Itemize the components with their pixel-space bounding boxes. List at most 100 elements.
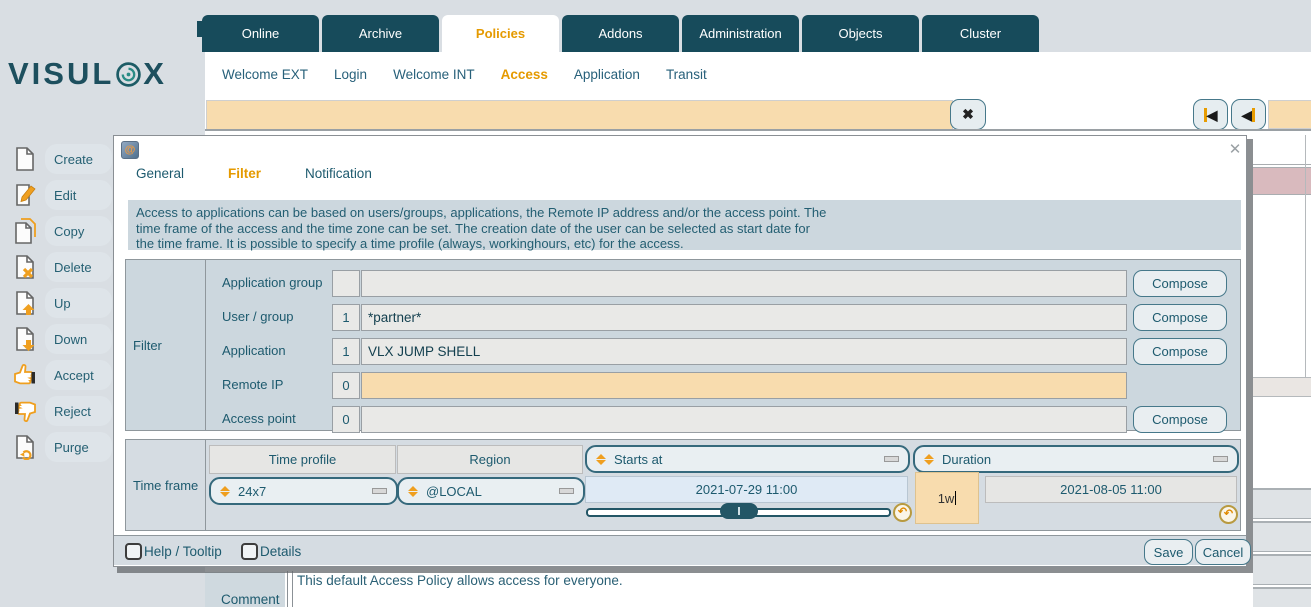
subnav-welcome-int[interactable]: Welcome INT: [393, 67, 475, 82]
sidebar-item-accept[interactable]: Accept: [8, 357, 112, 393]
sidebar-item-create[interactable]: Create: [8, 141, 112, 177]
dropdown-dash-icon: [884, 456, 899, 462]
dialog-footer: Help / Tooltip Details Save Cancel: [114, 535, 1246, 565]
region-header: Region: [397, 445, 583, 474]
description-line: the time frame. It is possible to specif…: [136, 236, 1233, 252]
value-field[interactable]: VLX JUMP SHELL: [361, 338, 1127, 365]
time-frame-rows: Time profile 24x7 Region @LOCAL Starts a…: [206, 440, 1240, 530]
app-icon-glyph: @: [125, 144, 136, 156]
duration-reset-button[interactable]: ↶: [1219, 505, 1238, 524]
tab-objects[interactable]: Objects: [802, 15, 919, 52]
first-page-button[interactable]: ◀: [1193, 99, 1228, 130]
tab-addons[interactable]: Addons: [562, 15, 679, 52]
region-select[interactable]: @LOCAL: [397, 477, 585, 505]
sidebar-item-up[interactable]: Up: [8, 285, 112, 321]
prev-page-button[interactable]: ◀: [1231, 99, 1266, 130]
tab-administration[interactable]: Administration: [682, 15, 799, 52]
cancel-button[interactable]: Cancel: [1195, 539, 1251, 565]
compose-button[interactable]: Compose: [1133, 406, 1227, 433]
slider-thumb[interactable]: [720, 503, 758, 519]
value-field[interactable]: [361, 270, 1127, 297]
filter-row-remote-ip: Remote IP 0: [206, 368, 1240, 402]
save-button[interactable]: Save: [1144, 539, 1193, 565]
filter-row-access-point: Access point 0 Compose: [206, 402, 1240, 436]
thumbs-down-icon: [12, 398, 38, 424]
starts-at-select[interactable]: Starts at: [585, 445, 910, 473]
filter-search-input[interactable]: [206, 100, 953, 131]
sidebar-item-label: Reject: [45, 396, 112, 426]
filter-section: Filter Application group Compose User / …: [125, 259, 1241, 431]
tab-archive[interactable]: Archive: [322, 15, 439, 52]
bg-table-footer: [1253, 377, 1311, 397]
edit-page-icon: [12, 182, 38, 208]
sort-diamond-icon: [408, 486, 418, 497]
sidebar-item-edit[interactable]: Edit: [8, 177, 112, 213]
sidebar-item-label: Accept: [45, 360, 112, 390]
value-field-highlighted[interactable]: [361, 372, 1127, 399]
sort-diamond-icon: [220, 486, 230, 497]
clear-filter-button[interactable]: ✖: [950, 99, 986, 130]
subnav-login[interactable]: Login: [334, 67, 367, 82]
undo-icon: ↶: [898, 507, 907, 518]
subnav-welcome-ext[interactable]: Welcome EXT: [222, 67, 308, 82]
visulox-app-icon: @: [121, 141, 139, 159]
access-policy-dialog: @ ✕ General Filter Notification Access t…: [113, 135, 1247, 567]
filter-description: Access to applications can be based on u…: [128, 200, 1241, 250]
subnav-transit[interactable]: Transit: [666, 67, 707, 82]
help-tooltip-checkbox[interactable]: [125, 543, 142, 560]
sidebar-item-down[interactable]: Down: [8, 321, 112, 357]
tab-notification[interactable]: Notification: [305, 166, 372, 181]
sidebar-item-label: Down: [45, 324, 112, 354]
sidebar-item-label: Copy: [45, 216, 112, 246]
starts-at-slider[interactable]: [586, 508, 891, 517]
sidebar-item-copy[interactable]: Copy: [8, 213, 112, 249]
count-cell: 1: [332, 338, 360, 365]
count-cell: 1: [332, 304, 360, 331]
tab-filter[interactable]: Filter: [228, 166, 261, 181]
sidebar-item-purge[interactable]: Purge: [8, 429, 112, 465]
subnav-application[interactable]: Application: [574, 67, 640, 82]
starts-at-reset-button[interactable]: ↶: [893, 503, 912, 522]
filter-row-application: Application 1 VLX JUMP SHELL Compose: [206, 334, 1240, 368]
duration-input[interactable]: 1w: [915, 472, 979, 524]
duration-select[interactable]: Duration: [913, 445, 1239, 473]
dropdown-dash-icon: [559, 488, 574, 494]
sidebar-item-reject[interactable]: Reject: [8, 393, 112, 429]
bg-grey-row: [1253, 587, 1311, 607]
tab-policies[interactable]: Policies: [442, 15, 559, 52]
count-cell: [332, 270, 360, 297]
bg-grey-row: [1253, 521, 1311, 552]
time-frame-section: Time frame Time profile 24x7 Region @LOC…: [125, 439, 1241, 531]
copy-page-icon: [12, 218, 38, 244]
tab-general[interactable]: General: [136, 166, 184, 181]
subnav-access[interactable]: Access: [501, 67, 548, 82]
delete-page-icon: [12, 254, 38, 280]
time-profile-select[interactable]: 24x7: [209, 477, 398, 505]
comment-divider: [287, 571, 293, 607]
sidebar-item-delete[interactable]: Delete: [8, 249, 112, 285]
value-field[interactable]: *partner*: [361, 304, 1127, 331]
logo-text-left: VISUL: [8, 56, 114, 92]
thumbs-up-icon: [12, 362, 38, 388]
details-checkbox[interactable]: [241, 543, 258, 560]
region-value: @LOCAL: [426, 484, 482, 499]
slider-thumb-tick: [738, 507, 740, 515]
tab-cluster[interactable]: Cluster: [922, 15, 1039, 52]
close-icon[interactable]: ✕: [1226, 140, 1244, 158]
tab-online[interactable]: Online: [202, 15, 319, 52]
compose-button[interactable]: Compose: [1133, 338, 1227, 365]
bg-column-divider: [1305, 135, 1306, 378]
move-up-icon: [12, 290, 38, 316]
value-field[interactable]: [361, 406, 1127, 433]
filter-section-label: Filter: [126, 260, 206, 430]
sub-nav: Welcome EXT Login Welcome INT Access App…: [222, 52, 707, 96]
sidebar-item-label: Delete: [45, 252, 112, 282]
compose-button[interactable]: Compose: [1133, 304, 1227, 331]
toolbar-divider: [205, 129, 1311, 131]
compose-button[interactable]: Compose: [1133, 270, 1227, 297]
starts-at-value[interactable]: 2021-07-29 11:00: [585, 476, 908, 503]
dialog-tab-bar: General Filter Notification: [136, 166, 372, 181]
time-profile-value: 24x7: [238, 484, 266, 499]
top-tab-bar: Online Archive Policies Addons Administr…: [202, 15, 1039, 52]
prev-page-arrow-icon: ◀: [1242, 108, 1253, 122]
